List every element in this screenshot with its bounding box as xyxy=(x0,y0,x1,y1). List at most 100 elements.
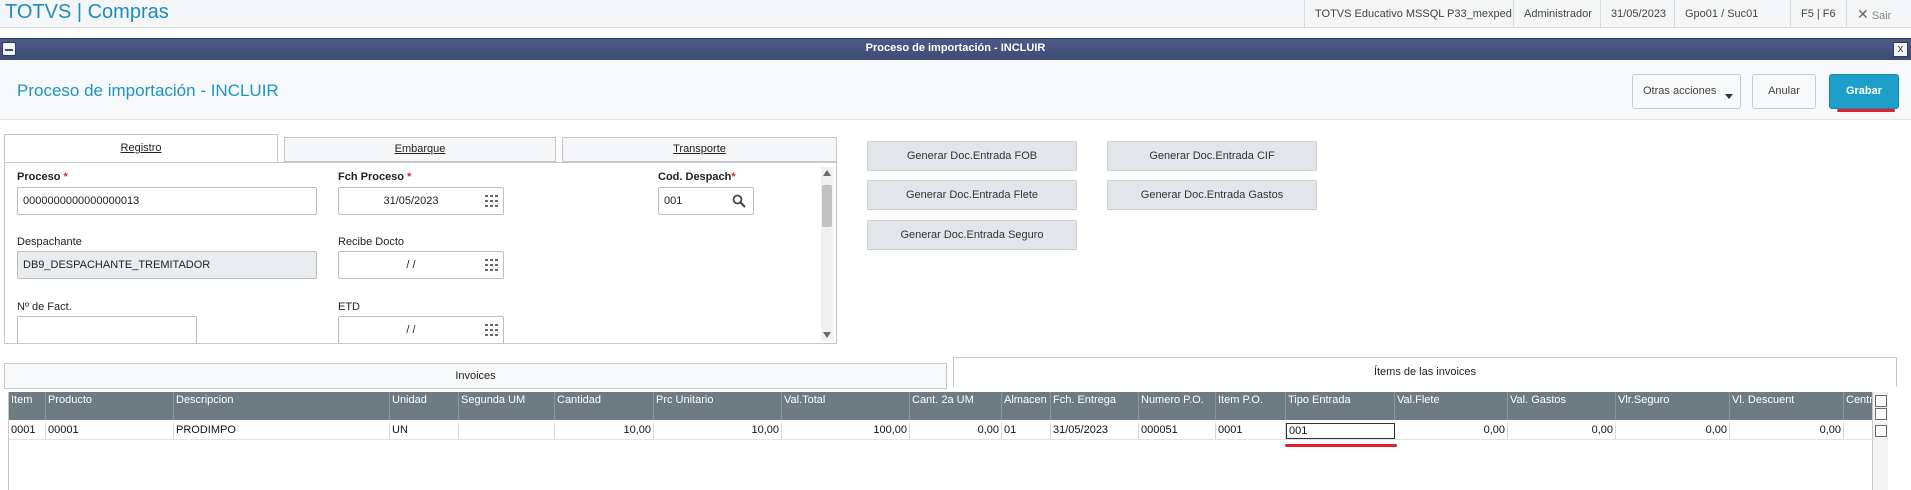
other-actions-button[interactable]: Otras acciones xyxy=(1632,74,1741,109)
page-title: Proceso de importación - INCLUIR xyxy=(17,81,279,100)
table-cell[interactable]: 31/05/2023 xyxy=(1051,423,1139,439)
scroll-up-icon[interactable] xyxy=(1875,408,1887,420)
tipo-entrada-cell-editor[interactable]: 001 xyxy=(1286,423,1395,439)
page-header: Proceso de importación - INCLUIR Otras a… xyxy=(0,60,1911,120)
user-label[interactable]: Administrador xyxy=(1513,0,1602,28)
generate-cif-button[interactable]: Generar Doc.Entrada CIF xyxy=(1107,141,1317,171)
window-title-bar: Proceso de importación - INCLUIR x xyxy=(0,38,1911,60)
cod-despach-label-text: Cod. Despach xyxy=(658,171,732,183)
grid-scrollbar[interactable] xyxy=(1872,392,1888,490)
tab-invoice-items[interactable]: Ítems de las invoices xyxy=(953,357,1897,387)
column-header[interactable]: Unidad xyxy=(390,392,459,420)
recibe-docto-input[interactable]: / / xyxy=(338,251,504,279)
column-header[interactable]: Segunda UM xyxy=(459,392,555,420)
table-cell[interactable]: 0,00 xyxy=(910,423,1002,439)
generate-flete-button[interactable]: Generar Doc.Entrada Flete xyxy=(867,180,1077,210)
exit-button[interactable]: ✕ Sair xyxy=(1846,0,1901,28)
table-cell[interactable]: UN xyxy=(390,423,459,439)
table-cell[interactable] xyxy=(459,423,555,439)
scroll-page-up-icon[interactable] xyxy=(1875,425,1887,437)
etd-input[interactable]: / / xyxy=(338,316,504,343)
recibe-docto-value: / / xyxy=(406,259,416,271)
column-header[interactable]: Numero P.O. xyxy=(1139,392,1216,420)
column-header[interactable]: Producto xyxy=(46,392,174,420)
app-bar: TOTVS | Compras TOTVS Educativo MSSQL P3… xyxy=(0,0,1911,28)
tab-registro[interactable]: Registro xyxy=(4,134,278,162)
other-actions-label: Otras acciones xyxy=(1643,85,1717,97)
cod-despach-value: 001 xyxy=(664,195,683,207)
column-header[interactable]: Prc Unitario xyxy=(654,392,782,420)
column-header[interactable]: Cant. 2a UM xyxy=(910,392,1002,420)
app-title: TOTVS | Compras xyxy=(5,1,169,23)
column-header[interactable]: Val.Total xyxy=(782,392,910,420)
column-header[interactable]: Item P.O. xyxy=(1216,392,1286,420)
generate-gastos-button[interactable]: Generar Doc.Entrada Gastos xyxy=(1107,180,1317,210)
column-header[interactable]: Val. Gastos xyxy=(1508,392,1616,420)
column-header[interactable]: Item xyxy=(9,392,46,420)
table-cell[interactable]: 0,00 xyxy=(1616,423,1730,439)
save-highlight-underline xyxy=(1837,109,1895,112)
table-cell[interactable] xyxy=(1844,423,1874,439)
despachante-input[interactable]: DB9_DESPACHANTE_TREMITADOR xyxy=(17,251,317,279)
column-header[interactable]: Almacen xyxy=(1002,392,1051,420)
save-button[interactable]: Grabar xyxy=(1829,74,1899,109)
proceso-label-text: Proceso xyxy=(17,171,61,183)
scroll-up-icon[interactable] xyxy=(823,170,831,176)
window-close-button[interactable]: x xyxy=(1893,42,1908,57)
fch-proceso-label-text: Fch Proceso xyxy=(338,171,405,183)
fch-proceso-input[interactable]: 31/05/2023 xyxy=(338,187,504,215)
scroll-down-icon[interactable] xyxy=(823,332,831,338)
table-cell[interactable]: 10,00 xyxy=(654,423,782,439)
search-icon[interactable] xyxy=(732,194,746,208)
etd-value: / / xyxy=(406,324,416,336)
generate-fob-button[interactable]: Generar Doc.Entrada FOB xyxy=(867,141,1077,171)
calendar-icon[interactable] xyxy=(485,259,498,271)
window-title: Proceso de importación - INCLUIR xyxy=(865,42,1046,54)
form-scrollbar[interactable] xyxy=(821,167,833,341)
column-header[interactable]: Fch. Entrega xyxy=(1051,392,1139,420)
table-cell[interactable]: 000051 xyxy=(1139,423,1216,439)
date-label[interactable]: 31/05/2023 xyxy=(1600,0,1676,28)
column-header[interactable]: Cantidad xyxy=(555,392,654,420)
calendar-icon[interactable] xyxy=(485,195,498,207)
nfact-input[interactable] xyxy=(17,316,197,343)
branch-label[interactable]: Gpo01 / Suc01 xyxy=(1674,0,1768,28)
column-header[interactable]: Tipo Entrada xyxy=(1286,392,1395,420)
table-cell[interactable]: 00001 xyxy=(46,423,174,439)
exit-label: Sair xyxy=(1871,10,1892,22)
scrollbar-thumb[interactable] xyxy=(822,185,832,227)
column-header[interactable]: Centr xyxy=(1844,392,1874,420)
table-cell[interactable]: 0,00 xyxy=(1730,423,1844,439)
tab-invoices[interactable]: Invoices xyxy=(4,363,947,389)
tab-registro-label: Registro xyxy=(120,142,162,154)
table-cell[interactable]: PRODIMPO xyxy=(174,423,390,439)
scroll-top-icon[interactable] xyxy=(1875,395,1887,407)
close-icon: ✕ xyxy=(1857,6,1869,22)
column-header[interactable]: Val.Flete xyxy=(1395,392,1508,420)
table-cell[interactable]: 01 xyxy=(1002,423,1051,439)
column-header[interactable]: Vl. Descuent xyxy=(1730,392,1844,420)
table-cell[interactable]: 100,00 xyxy=(782,423,910,439)
table-cell[interactable]: 10,00 xyxy=(555,423,654,439)
calendar-icon[interactable] xyxy=(485,324,498,336)
table-cell[interactable]: 0001 xyxy=(9,423,46,439)
generate-seguro-button[interactable]: Generar Doc.Entrada Seguro xyxy=(867,220,1077,250)
fch-proceso-label: Fch Proceso * xyxy=(338,171,411,183)
environment-label[interactable]: TOTVS Educativo MSSQL P33_mexped xyxy=(1304,0,1522,28)
column-header[interactable]: Vlr.Seguro xyxy=(1616,392,1730,420)
cod-despach-input[interactable]: 001 xyxy=(658,187,754,215)
etd-label: ETD xyxy=(338,301,360,313)
recibe-docto-label: Recibe Docto xyxy=(338,236,405,248)
cancel-button[interactable]: Anular xyxy=(1752,74,1816,109)
table-cell[interactable]: 0,00 xyxy=(1395,423,1508,439)
table-cell[interactable]: 0001 xyxy=(1216,423,1286,439)
tab-embarque[interactable]: Embarque xyxy=(284,137,556,162)
tab-embarque-label: Embarque xyxy=(394,143,446,155)
column-header[interactable]: Descripcion xyxy=(174,392,390,420)
nfact-label: Nº de Fact. xyxy=(17,301,72,313)
table-cell[interactable]: 0,00 xyxy=(1508,423,1616,439)
fch-proceso-value: 31/05/2023 xyxy=(383,195,439,207)
tab-transporte[interactable]: Transporte xyxy=(562,137,837,162)
proceso-input[interactable]: 0000000000000000013 xyxy=(17,187,317,215)
shortcuts-label[interactable]: F5 | F6 xyxy=(1790,0,1846,28)
